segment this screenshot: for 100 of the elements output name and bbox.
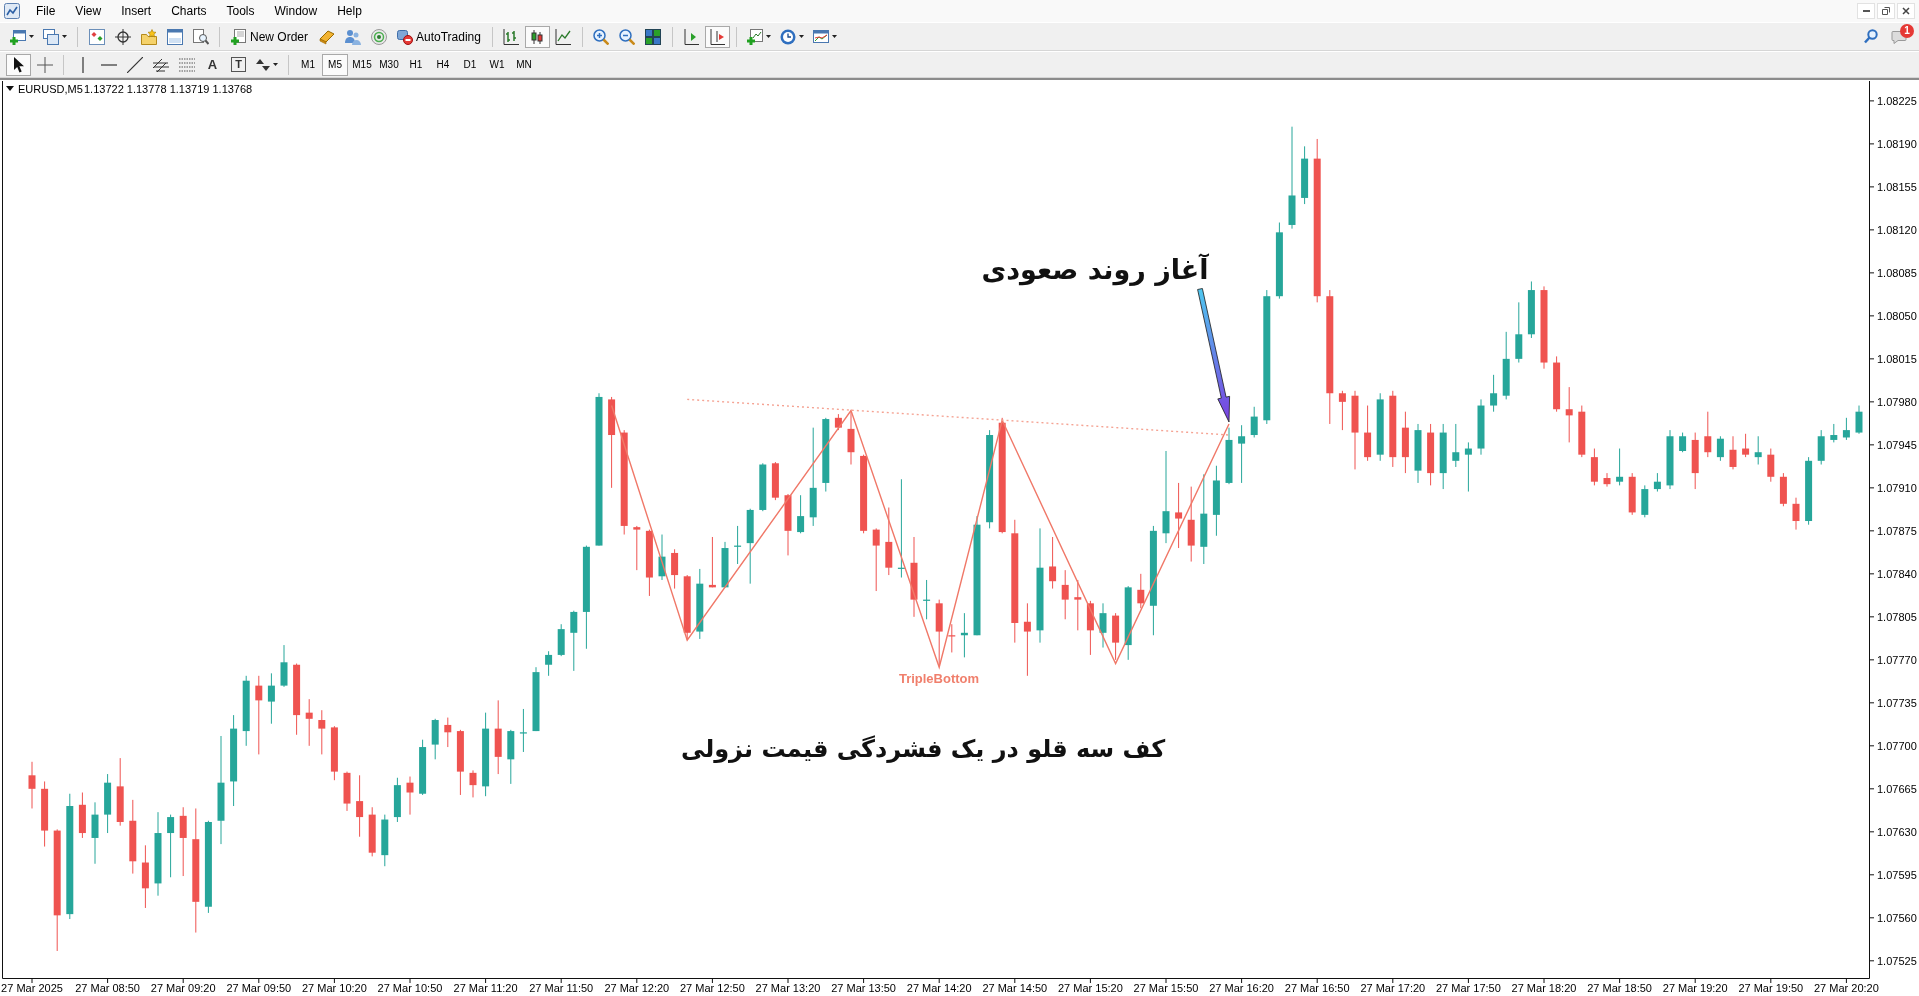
candle-body <box>1817 436 1825 461</box>
list-window-icon[interactable] <box>88 28 105 45</box>
candle-body <box>1112 615 1120 643</box>
pointer-tool-button[interactable] <box>6 53 31 76</box>
candle-wick <box>182 806 184 877</box>
zoom-in-icon[interactable] <box>593 28 610 45</box>
menu-item[interactable]: Charts <box>161 2 217 20</box>
new-order-button[interactable]: New Order <box>226 25 313 48</box>
text-label-tool[interactable]: T <box>231 57 246 72</box>
price-label: 1.08190 <box>1877 137 1917 150</box>
bar-chart-icon[interactable] <box>503 28 520 45</box>
menu-item[interactable]: Tools <box>216 2 265 20</box>
candle-body <box>1338 393 1346 402</box>
minimize-button[interactable] <box>1857 3 1875 19</box>
menu-item[interactable]: File <box>26 2 66 20</box>
app-logo-icon[interactable] <box>4 3 20 19</box>
menu-item[interactable]: Help <box>327 2 372 20</box>
caret-icon[interactable] <box>831 35 837 38</box>
candle-body <box>759 464 767 510</box>
price-label: 1.07595 <box>1877 868 1917 881</box>
window-plus-icon[interactable] <box>10 28 26 45</box>
period-button[interactable]: M5 <box>322 53 348 76</box>
caret-icon[interactable] <box>765 35 771 38</box>
windows-icon[interactable] <box>43 28 59 45</box>
time-label: 27 Mar 14:20 <box>906 982 972 994</box>
period-button[interactable]: M1 <box>295 53 321 76</box>
no-entry-icon[interactable] <box>397 28 413 45</box>
zoom-out-icon[interactable] <box>619 28 636 45</box>
period-button[interactable]: M30 <box>376 53 402 76</box>
dropdown-triangle-icon[interactable] <box>6 86 14 91</box>
candle-body <box>28 775 36 789</box>
restore-button[interactable] <box>1877 3 1895 19</box>
people-icon[interactable] <box>344 28 361 45</box>
candle-body <box>696 583 704 632</box>
signal-icon[interactable] <box>370 28 387 45</box>
chart-shift-icon[interactable] <box>683 28 700 45</box>
candlestick-icon[interactable] <box>529 28 546 45</box>
price-label: 1.08050 <box>1877 309 1917 322</box>
horizontal-line-icon[interactable] <box>100 63 117 66</box>
autotrading-button[interactable]: AutoTrading <box>392 25 486 48</box>
candle-body <box>1553 362 1561 410</box>
channel-icon[interactable] <box>152 56 169 73</box>
candle-body <box>1716 438 1724 458</box>
close-button[interactable] <box>1897 3 1915 19</box>
time-label: 27 Mar 18:20 <box>1511 982 1577 994</box>
candle-wick <box>737 525 739 565</box>
candle-wick <box>522 708 524 753</box>
caret-icon[interactable] <box>62 35 67 38</box>
trendline-icon[interactable] <box>126 56 143 73</box>
period-button[interactable]: MN <box>511 53 537 76</box>
period-button[interactable]: H1 <box>403 53 429 76</box>
time-label: 27 Mar 11:20 <box>453 982 518 994</box>
candle-body <box>746 509 754 544</box>
candle-body <box>1061 584 1069 600</box>
caret-icon[interactable] <box>798 35 804 38</box>
clock-icon[interactable] <box>779 28 796 45</box>
close-icon[interactable] <box>1902 7 1910 15</box>
candle-body <box>1666 436 1674 486</box>
period-button[interactable]: H4 <box>430 53 456 76</box>
auto-scroll-icon[interactable] <box>709 28 726 45</box>
menu-item[interactable]: Window <box>264 2 328 20</box>
candle-body <box>444 724 452 733</box>
menu-item[interactable]: View <box>65 2 112 20</box>
text-tool[interactable]: A <box>200 53 225 76</box>
candle-body <box>910 562 918 600</box>
cursor-icon[interactable] <box>12 56 25 73</box>
time-label: 27 Mar 08:50 <box>75 982 140 994</box>
document-plus-icon[interactable] <box>231 28 247 45</box>
chart-type-button[interactable] <box>524 25 550 48</box>
tile-windows-icon[interactable] <box>645 28 662 45</box>
line-chart-icon[interactable] <box>555 28 572 45</box>
period-button[interactable]: M15 <box>349 53 375 76</box>
candle-wick <box>270 672 272 725</box>
candle-body <box>1679 436 1687 451</box>
candle-body <box>1439 432 1447 474</box>
chart-window-icon[interactable] <box>812 28 829 45</box>
vertical-line-icon[interactable] <box>81 56 84 73</box>
period-button[interactable]: W1 <box>484 53 510 76</box>
candle-body <box>293 664 301 716</box>
menu-item[interactable]: Insert <box>111 2 162 20</box>
magnifier-document-icon[interactable] <box>192 28 209 45</box>
caret-icon[interactable] <box>273 63 278 66</box>
auto-scroll-button[interactable] <box>704 25 730 48</box>
time-label: 27 Mar 13:20 <box>755 982 821 994</box>
search-icon[interactable] <box>1864 29 1878 44</box>
minimize-icon[interactable] <box>1862 10 1870 12</box>
star-folder-icon[interactable] <box>140 28 157 45</box>
arrows-icon[interactable] <box>256 57 270 72</box>
book-icon[interactable] <box>318 28 335 45</box>
candle-body <box>1086 603 1094 631</box>
candle-wick <box>1707 411 1709 458</box>
panel-window-icon[interactable] <box>166 28 183 45</box>
period-button[interactable]: D1 <box>457 53 483 76</box>
candle-body <box>381 819 389 856</box>
restore-icon[interactable] <box>1882 7 1890 15</box>
candle-body <box>645 530 653 578</box>
caret-icon[interactable] <box>29 35 34 38</box>
crosshair-circle-icon[interactable] <box>114 28 131 45</box>
indicator-plus-icon[interactable] <box>746 28 763 45</box>
candle-body <box>1288 195 1296 225</box>
